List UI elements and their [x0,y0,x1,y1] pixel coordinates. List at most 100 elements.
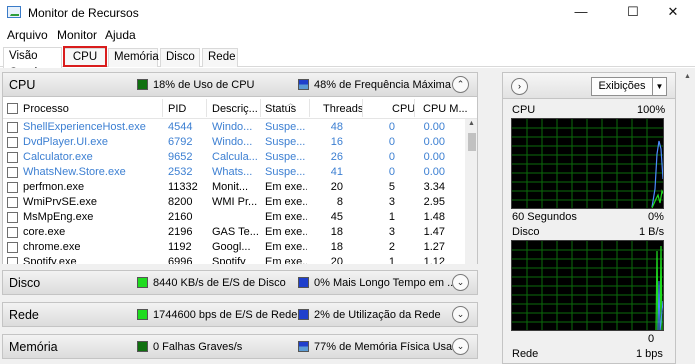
table-row[interactable]: WhatsNew.Store.exe 2532 Whats... Suspe... 41… [3,165,463,180]
expand-panel-icon[interactable]: › [511,78,528,95]
scroll-thumb[interactable] [468,133,476,151]
tab-rede[interactable]: Rede [202,48,238,67]
row-checkbox[interactable] [7,152,18,163]
table-row[interactable]: MsMpEng.exe 2160 Em exe... 45 1 1.48 [3,210,463,225]
memory-used-text: 77% de Memória Física Usa... [314,341,462,353]
graphs-panel: › Exibições ▼ CPU 100% 60 Segundos 0% Di… [502,72,676,364]
minimize-button[interactable]: — [558,0,604,26]
cell-threads: 16 [330,136,343,148]
tab-memoria[interactable]: Memória [108,48,159,67]
disk-section-header[interactable]: Disco 8440 KB/s de E/S de Disco 0% Mais … [2,270,478,295]
cell-pid: 2196 [168,226,193,238]
memory-faults-swatch [137,341,148,352]
network-graph-max: 1 bps [636,348,663,360]
close-button[interactable]: ✕ [650,0,695,26]
expand-memory-icon[interactable]: ⌄ [452,338,469,355]
disk-io-text: 8440 KB/s de E/S de Disco [153,277,286,289]
cell-cpu: 0 [388,166,395,178]
cell-desc: GAS Te... [212,226,258,238]
scroll-up-icon[interactable]: ▲ [468,120,475,127]
column-divider[interactable] [162,99,163,117]
table-row[interactable]: perfmon.exe 11332 Monit... Em exe... 20 5 3.34 [3,180,463,195]
disk-active-time-text: 0% Mais Longo Tempo em ... [314,277,457,289]
cell-avg: 2.95 [423,196,445,208]
cell-desc: Googl... [212,241,251,253]
column-descricao[interactable]: Descriç... [212,103,258,115]
column-divider[interactable] [414,99,415,117]
window-title: Monitor de Recursos [28,6,139,20]
menu-monitor[interactable]: Monitor [57,28,97,42]
menu-bar: Arquivo Monitor Ajuda [0,26,695,44]
views-button[interactable]: Exibições [591,77,653,96]
column-processo[interactable]: Processo [23,103,69,115]
row-checkbox[interactable] [7,122,18,133]
column-cpu[interactable]: CPU [392,103,415,115]
column-divider[interactable] [260,99,261,117]
tab-visao-geral[interactable]: Visão Geral [3,47,62,79]
column-threads[interactable]: Threads [323,103,363,115]
cell-avg: 0.00 [423,121,445,133]
cell-status: Suspe... [265,166,306,178]
disk-graph-title: Disco [512,226,540,238]
cell-name: MsMpEng.exe [23,211,94,223]
table-row[interactable]: chrome.exe 1192 Googl... Em exe... 18 2 1.27 [3,240,463,255]
cell-cpu: 3 [388,226,395,238]
table-row[interactable]: ShellExperienceHost.exe 4544 Windo... Suspe… [3,120,463,135]
cell-threads: 26 [330,151,343,163]
column-divider[interactable] [206,99,207,117]
cell-cpu: 2 [388,241,395,253]
cell-threads: 18 [330,241,343,253]
table-row[interactable]: DvdPlayer.UI.exe 6792 Windo... Suspe... 16 0 0… [3,135,463,150]
cell-pid: 2532 [168,166,193,178]
table-row[interactable]: WmiPrvSE.exe 8200 WMI Pr... Em exe... 8 3 2.95 [3,195,463,210]
table-vertical-scrollbar[interactable]: ▲ [465,119,477,264]
column-status[interactable]: Status [265,103,296,115]
column-cpu-media[interactable]: CPU M... [423,103,468,115]
collapse-cpu-icon[interactable]: ⌃ [452,76,469,93]
tab-cpu[interactable]: CPU [64,48,106,67]
menu-ajuda[interactable]: Ajuda [105,28,136,42]
row-checkbox[interactable] [7,212,18,223]
cell-desc: Windo... [212,136,253,148]
select-all-checkbox[interactable] [7,103,18,114]
expand-network-icon[interactable]: ⌄ [452,306,469,323]
cell-desc: WMI Pr... [212,196,258,208]
panel-vertical-scrollbar[interactable]: ▲ [681,72,695,364]
row-checkbox[interactable] [7,137,18,148]
network-section-header[interactable]: Rede 1744600 bps de E/S de Rede 2% de Ut… [2,302,478,327]
row-checkbox[interactable] [7,242,18,253]
cell-avg: 0.00 [423,136,445,148]
column-divider[interactable] [309,99,310,117]
row-checkbox[interactable] [7,167,18,178]
row-checkbox[interactable] [7,227,18,238]
table-row[interactable]: core.exe 2196 GAS Te... Em exe... 18 3 1.47 [3,225,463,240]
row-checkbox[interactable] [7,257,18,264]
cell-avg: 1.48 [423,211,445,223]
memory-section-header[interactable]: Memória 0 Falhas Graves/s 77% de Memória… [2,334,478,359]
cell-cpu: 0 [388,151,395,163]
row-checkbox[interactable] [7,197,18,208]
cell-pid: 8200 [168,196,193,208]
disk-graph [511,240,664,331]
cell-cpu: 1 [388,256,395,264]
menu-arquivo[interactable]: Arquivo [7,28,48,42]
cell-threads: 48 [330,121,343,133]
expand-disk-icon[interactable]: ⌄ [452,274,469,291]
column-pid[interactable]: PID [168,103,186,115]
cpu-section-header[interactable]: CPU 18% de Uso de CPU 48% de Frequência … [2,72,478,97]
network-section-title: Rede [9,308,39,322]
panel-scroll-up-icon[interactable]: ▲ [684,73,691,80]
cell-desc: Windo... [212,121,253,133]
cpu-graph-time: 60 Segundos [512,211,577,223]
cell-pid: 9652 [168,151,193,163]
memory-section-title: Memória [9,340,58,354]
tab-disco[interactable]: Disco [160,48,200,67]
table-row[interactable]: Spotify.exe 6996 Spotify Em exe... 20 1 1.12 [3,255,463,264]
cell-threads: 20 [330,256,343,264]
memory-faults-text: 0 Falhas Graves/s [153,341,243,353]
table-row[interactable]: Calculator.exe 9652 Calcula... Suspe... 26 0 0… [3,150,463,165]
disk-graph-max: 1 B/s [639,226,665,238]
views-dropdown-icon[interactable]: ▼ [653,77,667,96]
column-divider[interactable] [362,99,363,117]
row-checkbox[interactable] [7,182,18,193]
